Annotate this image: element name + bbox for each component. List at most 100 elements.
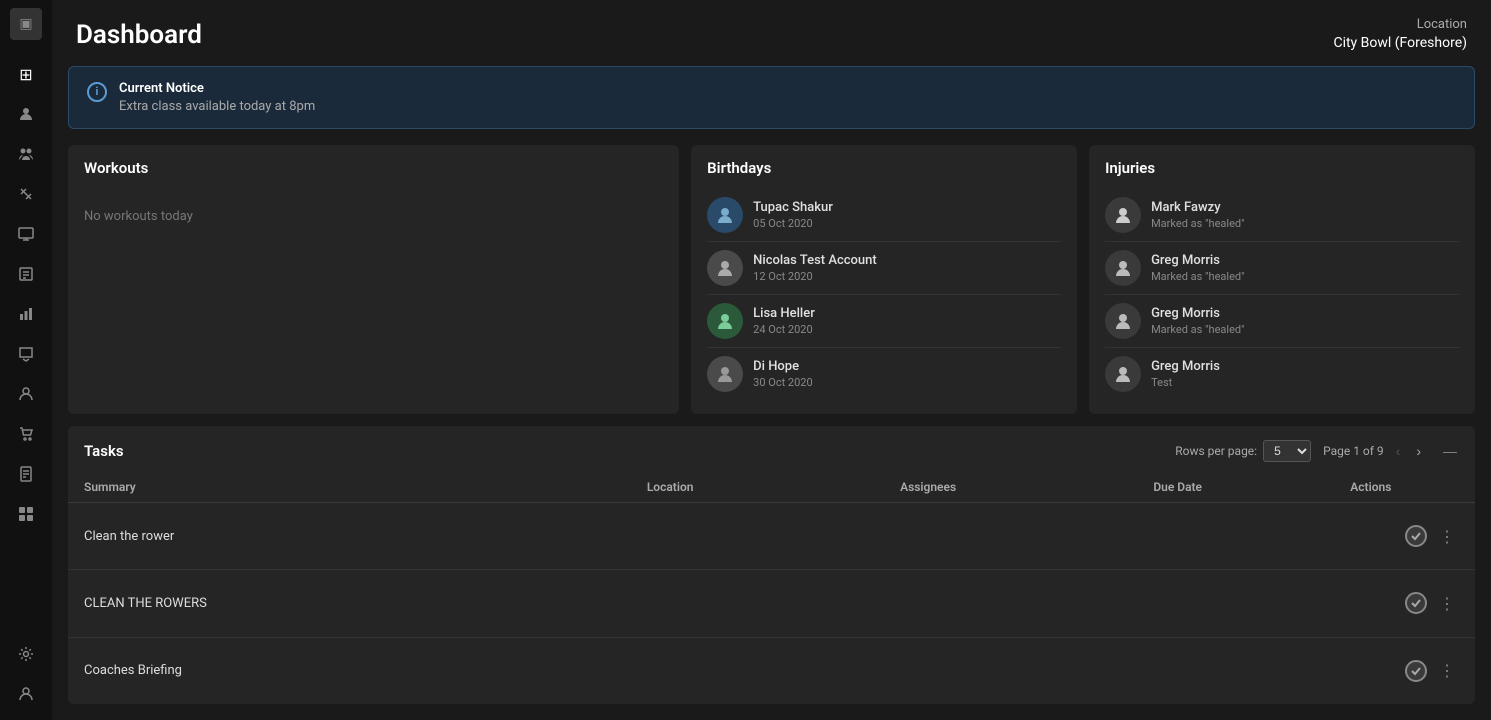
- sidebar-item-members[interactable]: [8, 136, 44, 172]
- task-complete-button[interactable]: [1405, 592, 1427, 614]
- col-header-assignees: Assignees: [884, 472, 1137, 503]
- rows-per-page-select[interactable]: 5 10 25: [1263, 440, 1311, 462]
- task-assignees: [884, 570, 1137, 637]
- sidebar: ▣ ⊞: [0, 0, 52, 720]
- sidebar-item-dashboard[interactable]: ⊞: [8, 56, 44, 92]
- current-notice: i Current Notice Extra class available t…: [68, 66, 1475, 129]
- task-location: [631, 637, 884, 704]
- task-actions-row: ⋮: [1350, 592, 1459, 614]
- task-location: [631, 570, 884, 637]
- next-page-button[interactable]: ›: [1412, 441, 1425, 461]
- task-complete-button[interactable]: [1405, 660, 1427, 682]
- birthdays-title: Birthdays: [707, 159, 1061, 177]
- sidebar-item-screen[interactable]: [8, 216, 44, 252]
- no-workouts-message: No workouts today: [84, 189, 663, 244]
- page-header: Dashboard Location City Bowl (Foreshore): [52, 0, 1491, 66]
- birthday-person-date: 24 Oct 2020: [753, 323, 1061, 336]
- tasks-table-body: Clean the rower ⋮ CLEAN THE RO: [68, 502, 1475, 704]
- avatar: [707, 197, 743, 233]
- sidebar-item-docs[interactable]: [8, 456, 44, 492]
- birthday-person-name: Lisa Heller: [753, 306, 1061, 321]
- table-row: Clean the rower ⋮: [68, 502, 1475, 569]
- notice-content: Current Notice Extra class available tod…: [119, 81, 315, 114]
- tasks-title: Tasks: [84, 442, 124, 460]
- previous-page-button[interactable]: ‹: [1392, 441, 1405, 461]
- injuries-title: Injuries: [1105, 159, 1459, 177]
- sidebar-logo: ▣: [10, 8, 42, 40]
- injury-person-info: Greg Morris Test: [1151, 359, 1459, 389]
- birthday-person-date: 30 Oct 2020: [753, 376, 1061, 389]
- injury-person-name: Greg Morris: [1151, 359, 1459, 374]
- workouts-title: Workouts: [84, 159, 663, 177]
- task-summary: Clean the rower: [68, 502, 631, 569]
- avatar: [1105, 197, 1141, 233]
- sidebar-item-user[interactable]: [8, 376, 44, 412]
- injury-item: Greg Morris Test: [1105, 348, 1459, 400]
- birthday-person-name: Tupac Shakur: [753, 200, 1061, 215]
- sidebar-item-reports[interactable]: [8, 296, 44, 332]
- injury-person-status: Marked as "healed": [1151, 217, 1459, 230]
- pagination-text: Page 1 of 9: [1323, 444, 1384, 458]
- injury-item: Greg Morris Marked as "healed": [1105, 295, 1459, 348]
- page-title: Dashboard: [76, 20, 202, 50]
- sidebar-item-shop[interactable]: [8, 416, 44, 452]
- birthday-person-name: Di Hope: [753, 359, 1061, 374]
- birthday-person-info: Lisa Heller 24 Oct 2020: [753, 306, 1061, 336]
- location-label: Location: [1333, 16, 1467, 34]
- injury-person-name: Mark Fawzy: [1151, 200, 1459, 215]
- task-menu-button[interactable]: ⋮: [1435, 661, 1459, 680]
- tasks-controls: Rows per page: 5 10 25 Page 1 of 9 ‹ ›: [1175, 440, 1425, 462]
- notice-icon: i: [87, 82, 107, 102]
- sidebar-item-settings[interactable]: [8, 636, 44, 672]
- task-actions-cell: ⋮: [1334, 637, 1475, 704]
- injury-person-status: Marked as "healed": [1151, 270, 1459, 283]
- header-location: Location City Bowl (Foreshore): [1333, 16, 1467, 54]
- birthday-item: Lisa Heller 24 Oct 2020: [707, 295, 1061, 348]
- task-due-date: [1137, 637, 1334, 704]
- avatar: [1105, 356, 1141, 392]
- workouts-card: Workouts No workouts today: [68, 145, 679, 414]
- task-assignees: [884, 502, 1137, 569]
- tasks-table-header-row: Summary Location Assignees Due Date Acti…: [68, 472, 1475, 503]
- sidebar-item-profile[interactable]: [8, 96, 44, 132]
- minimize-tasks-button[interactable]: —: [1441, 441, 1459, 461]
- avatar: [707, 250, 743, 286]
- rows-per-page-label: Rows per page:: [1175, 444, 1257, 458]
- sidebar-item-account[interactable]: [8, 676, 44, 712]
- rows-per-page-control: Rows per page: 5 10 25: [1175, 440, 1311, 462]
- cards-row: Workouts No workouts today Birthdays Tup…: [68, 145, 1475, 414]
- injury-person-info: Mark Fawzy Marked as "healed": [1151, 200, 1459, 230]
- task-summary: CLEAN THE ROWERS: [68, 570, 631, 637]
- task-due-date: [1137, 570, 1334, 637]
- birthday-person-info: Nicolas Test Account 12 Oct 2020: [753, 253, 1061, 283]
- tasks-table: Summary Location Assignees Due Date Acti…: [68, 472, 1475, 704]
- col-header-location: Location: [631, 472, 884, 503]
- injury-item: Mark Fawzy Marked as "healed": [1105, 189, 1459, 242]
- birthdays-card: Birthdays Tupac Shakur 05 Oct 2020 Nicol…: [691, 145, 1077, 414]
- birthday-person-name: Nicolas Test Account: [753, 253, 1061, 268]
- avatar: [707, 356, 743, 392]
- tasks-header-right: Rows per page: 5 10 25 Page 1 of 9 ‹ › —: [1175, 440, 1459, 462]
- injury-person-info: Greg Morris Marked as "healed": [1151, 253, 1459, 283]
- injury-person-name: Greg Morris: [1151, 253, 1459, 268]
- birthday-person-date: 05 Oct 2020: [753, 217, 1061, 230]
- task-menu-button[interactable]: ⋮: [1435, 594, 1459, 613]
- sidebar-item-tools[interactable]: [8, 176, 44, 212]
- sidebar-item-messages[interactable]: [8, 336, 44, 372]
- task-actions-row: ⋮: [1350, 660, 1459, 682]
- injury-item: Greg Morris Marked as "healed": [1105, 242, 1459, 295]
- table-row: Coaches Briefing ⋮: [68, 637, 1475, 704]
- sidebar-item-tasks-nav[interactable]: [8, 256, 44, 292]
- notice-text: Extra class available today at 8pm: [119, 99, 315, 114]
- tasks-section: Tasks Rows per page: 5 10 25 Page 1 of 9…: [68, 426, 1475, 704]
- task-menu-button[interactable]: ⋮: [1435, 527, 1459, 546]
- injury-person-status: Marked as "healed": [1151, 323, 1459, 336]
- avatar: [1105, 250, 1141, 286]
- sidebar-item-integrations[interactable]: [8, 496, 44, 532]
- col-header-actions: Actions: [1334, 472, 1475, 503]
- injury-person-status: Test: [1151, 376, 1459, 389]
- birthday-item: Tupac Shakur 05 Oct 2020: [707, 189, 1061, 242]
- task-complete-button[interactable]: [1405, 525, 1427, 547]
- tasks-header: Tasks Rows per page: 5 10 25 Page 1 of 9…: [68, 426, 1475, 472]
- injuries-card: Injuries Mark Fawzy Marked as "healed" G…: [1089, 145, 1475, 414]
